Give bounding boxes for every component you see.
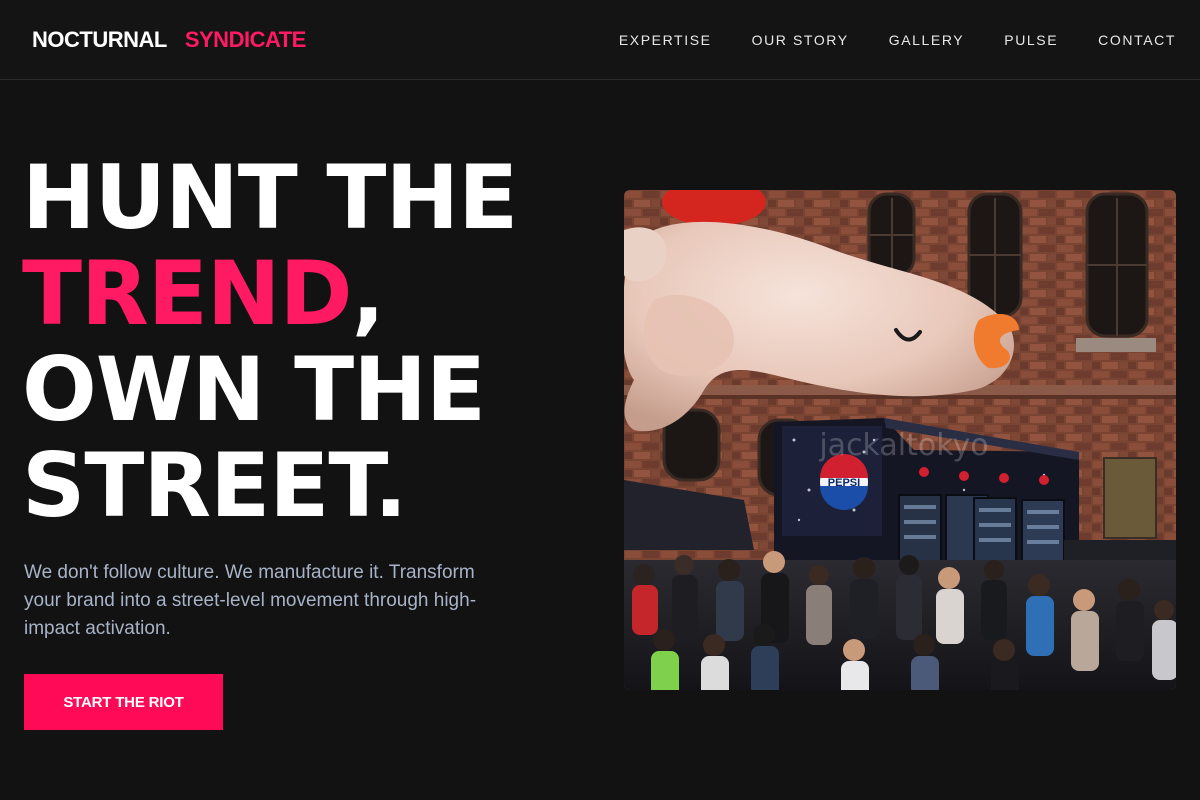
headline-line-2: TREND, xyxy=(22,246,582,342)
hero-headline: HUNT THE TREND, OWN THE STREET. xyxy=(22,150,582,534)
brand-name-part2: SYNDICATE xyxy=(184,27,307,52)
pepsi-sign-text: PEPSI xyxy=(828,477,860,489)
headline-line-3: OWN THE xyxy=(22,338,486,441)
nav-item-our-story[interactable]: OUR STORY xyxy=(752,32,849,48)
headline-accent-word: TREND xyxy=(22,242,353,345)
image-watermark: jackaltokyo xyxy=(818,428,988,463)
nav-item-pulse[interactable]: PULSE xyxy=(1004,32,1058,48)
nav-item-contact[interactable]: CONTACT xyxy=(1098,32,1176,48)
hero-image: PEPSI jackaltokyo xyxy=(624,190,1176,690)
headline-line-1: HUNT THE xyxy=(22,146,518,249)
headline-line-4: STREET. xyxy=(22,434,408,537)
start-the-riot-button[interactable]: START THE RIOT xyxy=(24,674,223,730)
brand-name-part1: NOCTURNAL xyxy=(32,27,167,52)
headline-comma: , xyxy=(351,242,385,345)
nav-item-gallery[interactable]: GALLERY xyxy=(889,32,965,48)
nav-item-expertise[interactable]: EXPERTISE xyxy=(619,32,712,48)
brand-logo[interactable]: NOCTURNAL SYNDICATE xyxy=(32,24,306,56)
main-nav: EXPERTISE OUR STORY GALLERY PULSE CONTAC… xyxy=(619,24,1176,56)
site-header: NOCTURNAL SYNDICATE EXPERTISE OUR STORY … xyxy=(0,0,1200,80)
hero-subtext: We don't follow culture. We manufacture … xyxy=(24,562,477,639)
